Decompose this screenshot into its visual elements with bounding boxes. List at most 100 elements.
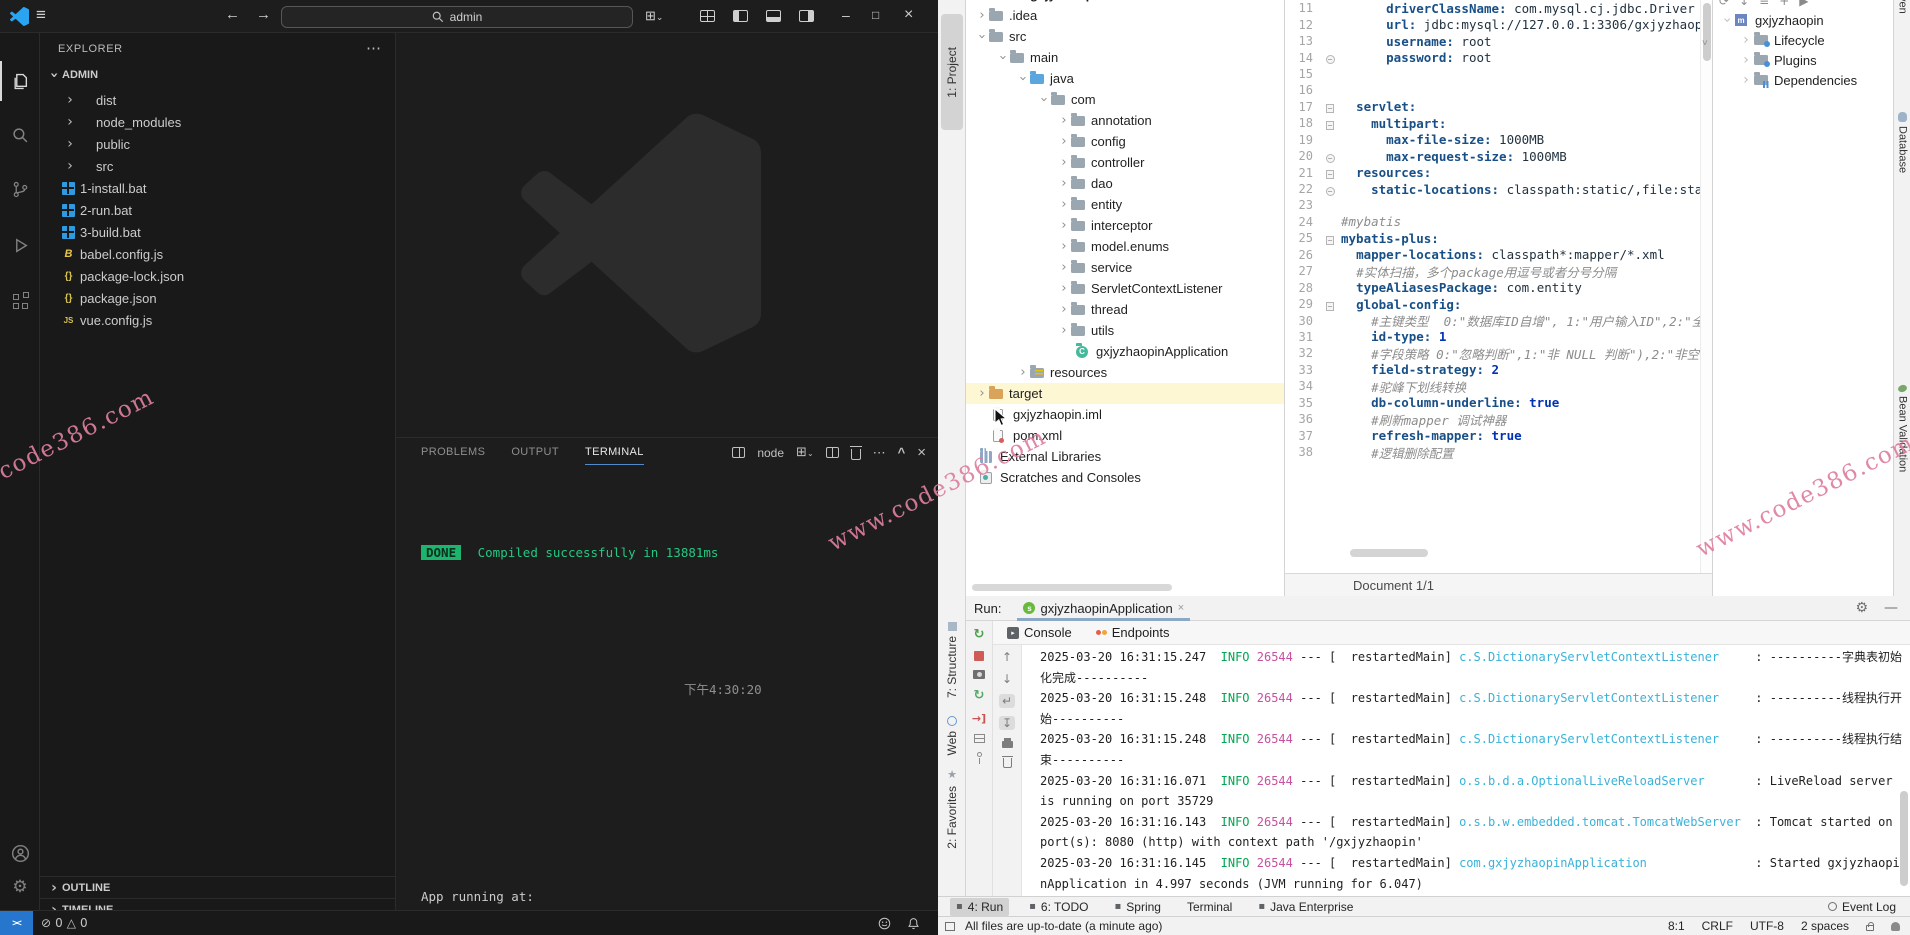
project-tree-item[interactable]: Scratches and Consoles bbox=[966, 467, 1284, 488]
exit-icon[interactable]: →] bbox=[972, 712, 986, 725]
new-terminal-icon[interactable]: ⊞⌄ bbox=[796, 445, 814, 460]
project-tree-item[interactable]: .idea bbox=[966, 5, 1284, 26]
run-config-tab[interactable]: s gxjyzhaopinApplication × bbox=[1023, 596, 1184, 621]
search-input[interactable]: admin bbox=[281, 6, 633, 28]
panel-tab[interactable]: OUTPUT bbox=[511, 446, 559, 465]
feedback-icon[interactable] bbox=[878, 917, 891, 930]
execute-icon[interactable]: + bbox=[1779, 0, 1789, 8]
fold-marker-icon[interactable] bbox=[1319, 149, 1341, 164]
thread-dump-icon[interactable] bbox=[973, 670, 985, 679]
toggle-toolwindows-icon[interactable] bbox=[945, 922, 955, 931]
down-stack-icon[interactable]: ↓ bbox=[1002, 672, 1012, 686]
fold-marker-icon[interactable] bbox=[1319, 50, 1341, 65]
project-tree-item[interactable]: java bbox=[966, 68, 1284, 89]
fold-marker-icon[interactable] bbox=[1319, 99, 1341, 114]
maven-tool-button[interactable]: ven bbox=[1894, 0, 1910, 14]
stop-icon[interactable] bbox=[974, 651, 984, 661]
project-tree-item[interactable]: annotation bbox=[966, 110, 1284, 131]
endpoints-tab[interactable]: Endpoints bbox=[1096, 625, 1170, 640]
explorer-item[interactable]: dist bbox=[40, 89, 395, 111]
split-terminal-icon[interactable] bbox=[826, 447, 839, 458]
project-tree-item[interactable]: gxjyzhaopinApplication bbox=[966, 341, 1284, 362]
project-tree-item[interactable]: main bbox=[966, 47, 1284, 68]
fold-marker-icon[interactable] bbox=[1319, 231, 1341, 246]
panel-more-icon[interactable]: ⋯ bbox=[616, 444, 630, 461]
customize-layout-icon[interactable] bbox=[700, 10, 715, 22]
explorer-item[interactable]: package.json bbox=[40, 287, 395, 309]
shell-name[interactable]: node bbox=[757, 446, 784, 460]
maven-tree-item[interactable]: Plugins bbox=[1713, 50, 1893, 70]
close-panel-icon[interactable]: × bbox=[917, 444, 926, 461]
explorer-more-icon[interactable]: ⋯ bbox=[366, 39, 381, 57]
run-maven-icon[interactable]: ▶ bbox=[1799, 0, 1808, 8]
explorer-icon[interactable] bbox=[0, 61, 40, 101]
fold-marker-icon[interactable] bbox=[1319, 165, 1341, 180]
event-log-button[interactable]: Event Log bbox=[1828, 900, 1896, 914]
forward-icon[interactable]: → bbox=[256, 6, 271, 23]
run-settings-gear-icon[interactable]: ⚙ bbox=[1855, 600, 1868, 616]
maven-tree-item[interactable]: gxjyzhaopin bbox=[1713, 10, 1893, 30]
project-tree-item[interactable]: entity bbox=[966, 194, 1284, 215]
tool-window-button[interactable]: ▪ Java Enterprise bbox=[1252, 898, 1359, 916]
database-tool-button[interactable]: Database bbox=[1894, 112, 1910, 173]
project-tree-item[interactable]: gxjyzhaopin.iml bbox=[966, 404, 1284, 425]
run-debug-icon[interactable] bbox=[0, 225, 40, 265]
editor-horizontal-scrollbar[interactable] bbox=[1350, 549, 1428, 557]
soft-wrap-icon[interactable]: ↵ bbox=[999, 694, 1015, 708]
toggle-panel-icon[interactable] bbox=[766, 10, 781, 22]
tool-window-button[interactable]: ▪ 6: TODO bbox=[1023, 898, 1094, 916]
maven-tree-item[interactable]: Lifecycle bbox=[1713, 30, 1893, 50]
restore-layout-icon[interactable] bbox=[974, 734, 985, 743]
file-encoding[interactable]: UTF-8 bbox=[1750, 919, 1784, 933]
project-tree-item[interactable]: src bbox=[966, 26, 1284, 47]
source-control-icon[interactable] bbox=[0, 169, 40, 209]
project-tree-item[interactable]: service bbox=[966, 257, 1284, 278]
outline-section[interactable]: OUTLINE bbox=[40, 876, 395, 898]
fold-marker-icon[interactable] bbox=[1319, 182, 1341, 197]
explorer-item[interactable]: vue.config.js bbox=[40, 309, 395, 331]
kill-terminal-icon[interactable] bbox=[851, 449, 861, 460]
project-tree-item[interactable]: ServletContextListener bbox=[966, 278, 1284, 299]
hide-panel-icon[interactable]: — bbox=[1884, 600, 1898, 616]
web-tool-button[interactable]: Web bbox=[938, 716, 966, 755]
project-tree-item[interactable]: resources bbox=[966, 362, 1284, 383]
toggle-sidebar-icon[interactable] bbox=[733, 10, 748, 22]
project-tree-item[interactable]: target bbox=[966, 383, 1284, 404]
tool-window-button[interactable]: ▪ 4: Run bbox=[950, 898, 1009, 916]
explorer-item[interactable]: 3-build.bat bbox=[40, 221, 395, 243]
remote-indicator[interactable]: >< bbox=[0, 911, 33, 935]
problems-status[interactable]: ⊘0 △0 bbox=[41, 916, 88, 930]
console-tab[interactable]: ▸ Console bbox=[1007, 625, 1072, 640]
refresh-icon[interactable]: ⟳ bbox=[1719, 0, 1729, 8]
extensions-icon[interactable] bbox=[0, 281, 40, 321]
explorer-item[interactable]: 1-install.bat bbox=[40, 177, 395, 199]
close-button[interactable]: × bbox=[904, 6, 913, 24]
copilot-icon[interactable]: ⊞⌄ bbox=[645, 8, 663, 24]
settings-gear-icon[interactable]: ⚙ bbox=[0, 867, 40, 907]
readonly-lock-icon[interactable] bbox=[1866, 925, 1874, 931]
explorer-item[interactable]: node_modules bbox=[40, 111, 395, 133]
tree-horizontal-scrollbar[interactable] bbox=[972, 584, 1172, 591]
project-tree-item[interactable]: model.enums bbox=[966, 236, 1284, 257]
fold-marker-icon[interactable] bbox=[1319, 297, 1341, 312]
explorer-item[interactable]: babel.config.js bbox=[40, 243, 395, 265]
yaml-editor[interactable]: 11 driverClassName: com.mysql.cj.jdbc.Dr… bbox=[1285, 0, 1712, 573]
maximize-panel-icon[interactable]: ^ bbox=[898, 445, 906, 460]
close-tab-icon[interactable]: × bbox=[1178, 602, 1184, 614]
project-tree-item[interactable]: utils bbox=[966, 320, 1284, 341]
rerun-icon[interactable]: ↻ bbox=[974, 627, 985, 642]
search-sidebar-icon[interactable] bbox=[0, 115, 40, 155]
up-stack-icon[interactable]: ↑ bbox=[1002, 650, 1012, 664]
pin-tab-icon[interactable] bbox=[977, 752, 982, 757]
restart-spring-icon[interactable]: ↻ bbox=[974, 688, 985, 703]
minimize-button[interactable]: – bbox=[842, 7, 850, 23]
favorites-tool-button[interactable]: ★ 2: Favorites bbox=[938, 768, 966, 849]
console-scrollbar[interactable] bbox=[1900, 791, 1908, 886]
structure-tool-button[interactable]: 7: Structure bbox=[938, 622, 966, 698]
project-tool-button[interactable]: 1: Project bbox=[941, 14, 963, 130]
explorer-item[interactable]: 2-run.bat bbox=[40, 199, 395, 221]
project-tree-item[interactable]: thread bbox=[966, 299, 1284, 320]
line-ending[interactable]: CRLF bbox=[1702, 919, 1733, 933]
explorer-item[interactable]: src bbox=[40, 155, 395, 177]
panel-tab[interactable]: PROBLEMS bbox=[421, 446, 485, 465]
